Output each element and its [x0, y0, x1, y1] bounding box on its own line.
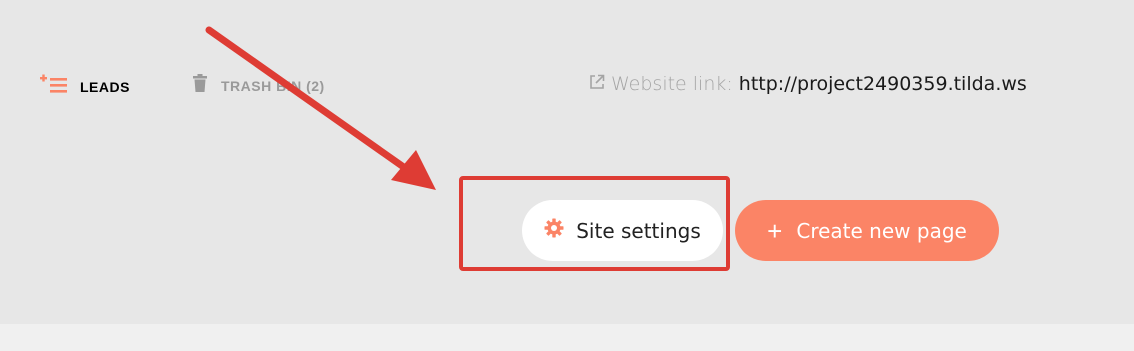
content-area-edge	[0, 324, 1134, 351]
website-link: Website link: http://project2490359.tild…	[589, 73, 1027, 95]
gear-icon	[544, 218, 564, 243]
site-settings-label: Site settings	[576, 218, 701, 243]
leads-list-icon	[40, 74, 68, 99]
website-url-link[interactable]: http://project2490359.tilda.ws	[739, 73, 1027, 95]
annotation-arrow	[205, 26, 436, 190]
website-link-prefix: Website link:	[611, 73, 733, 95]
trash-icon	[193, 74, 207, 97]
nav-trash-bin[interactable]: TRASH BIN (2)	[193, 74, 325, 97]
nav-leads[interactable]: LEADS	[40, 74, 130, 99]
page: LEADS TRASH BIN (2) Website link: http:/…	[0, 0, 1134, 351]
create-new-page-label: Create new page	[796, 218, 967, 243]
plus-icon: +	[767, 215, 783, 246]
nav-trash-bin-label: TRASH BIN (2)	[221, 77, 325, 94]
create-new-page-button[interactable]: + Create new page	[735, 200, 999, 261]
external-link-icon	[589, 73, 605, 95]
nav-leads-label: LEADS	[80, 78, 130, 95]
site-settings-button[interactable]: Site settings	[522, 200, 723, 261]
